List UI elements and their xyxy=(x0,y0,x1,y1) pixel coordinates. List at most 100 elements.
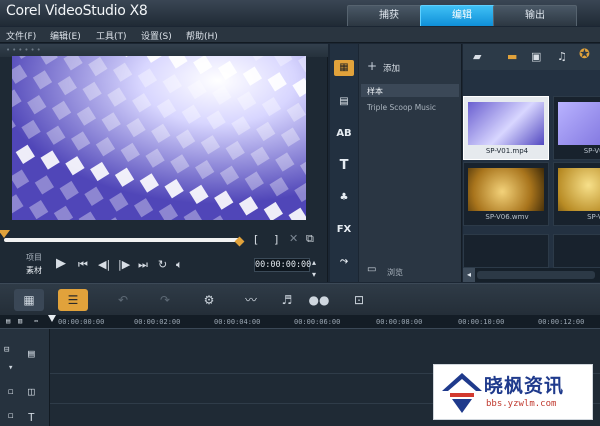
media-thumb-3[interactable]: SP-V06.wmv xyxy=(463,162,549,226)
ruler-label: 00:00:00:00 xyxy=(58,318,105,326)
video-track-icon: ▤ xyxy=(28,347,35,360)
redo-icon[interactable]: ↷ xyxy=(150,289,180,311)
next-icon[interactable]: ⏭ xyxy=(138,259,148,271)
menu-settings[interactable]: 设置(S) xyxy=(141,29,172,42)
subtitle-editor-icon[interactable]: ⊡ xyxy=(344,289,374,311)
watermark-emblem xyxy=(442,373,482,413)
undo-icon[interactable]: ↶ xyxy=(108,289,138,311)
thumb-caption: SP-V0 xyxy=(587,213,600,221)
title-bar: Corel VideoStudio X8 捕获 编辑 输出 xyxy=(0,0,600,26)
chapter-icon[interactable]: ▥ xyxy=(18,317,22,325)
repeat-icon[interactable]: ↻ xyxy=(158,259,167,271)
ruler-label: 00:00:08:00 xyxy=(376,318,423,326)
media-thumb-4[interactable]: SP-V0 xyxy=(553,162,600,226)
previous-icon[interactable]: ⏮ xyxy=(78,259,88,271)
grip-dots: •••••• xyxy=(6,46,43,54)
folder-music[interactable]: Triple Scoop Music xyxy=(367,103,436,112)
transition-icon[interactable]: AB xyxy=(334,126,354,142)
watermark-url: bbs.yzwlm.com xyxy=(486,399,557,409)
timeline-playhead[interactable] xyxy=(48,315,56,322)
split-icon[interactable]: ✕ xyxy=(289,233,298,245)
media-category-icon[interactable]: ▦ xyxy=(334,60,354,76)
fx-icon[interactable]: FX xyxy=(334,222,354,238)
timecode-stepper[interactable]: ▴ ▾ xyxy=(312,257,316,281)
preview-window[interactable] xyxy=(12,56,306,220)
media-thumb-6[interactable] xyxy=(553,234,600,268)
scrubber-handle[interactable] xyxy=(0,230,10,238)
video-filter-icon[interactable]: ▬ xyxy=(507,51,517,63)
step-forward-icon[interactable]: |▶ xyxy=(118,259,130,271)
browse-label[interactable]: 浏览 xyxy=(387,267,403,278)
title-track-toggle-icon[interactable]: ◻ xyxy=(8,411,13,421)
record-capture-icon[interactable]: ⚙ xyxy=(194,289,224,311)
ripple-icon[interactable]: ⇔ xyxy=(34,317,38,325)
tab-edit[interactable]: 编辑 xyxy=(420,5,504,26)
ruler-label: 00:00:02:00 xyxy=(134,318,181,326)
track-manager-icon[interactable]: ▤ xyxy=(6,317,10,325)
library-category-bar: ▦ ▤ AB T ♣ FX ⤳ xyxy=(330,44,358,282)
step-back-icon[interactable]: ◀| xyxy=(98,259,110,271)
scrubber-bar[interactable] xyxy=(4,238,240,242)
tab-share[interactable]: 输出 xyxy=(493,5,577,26)
preview-frame xyxy=(12,56,306,220)
browse-icon[interactable]: ▭ xyxy=(367,264,376,275)
overlay-track-icon: ◫ xyxy=(28,385,35,398)
tab-capture[interactable]: 捕获 xyxy=(347,5,431,26)
storyboard-view-icon[interactable]: ▦ xyxy=(14,289,44,311)
menu-bar: 文件(F) 编辑(E) 工具(T) 设置(S) 帮助(H) xyxy=(0,27,600,43)
auto-music-icon[interactable]: ♬ xyxy=(272,289,302,311)
media-thumb-5[interactable] xyxy=(463,234,549,268)
trim-out-button[interactable]: ] xyxy=(274,234,278,246)
thumb-image xyxy=(558,168,600,211)
mode-clip[interactable]: 素材 xyxy=(26,265,42,276)
trim-end-marker[interactable] xyxy=(234,236,245,247)
scroll-left-icon[interactable]: ◂ xyxy=(463,268,475,282)
sort-icon[interactable]: ✪ xyxy=(579,48,590,61)
path-icon[interactable]: ⤳ xyxy=(334,254,354,270)
timeline-toolbar: ▦ ☰ ↶ ↷ ⚙ 〰 ♬ ●● ⊡ xyxy=(0,283,600,315)
menu-edit[interactable]: 编辑(E) xyxy=(50,29,81,42)
sound-mixer-icon[interactable]: 〰 xyxy=(236,289,266,311)
watermark-text: 晓枫资讯 xyxy=(484,375,565,397)
app-title: Corel VideoStudio X8 xyxy=(6,3,148,19)
media-library: ▰ ▬ ▣ ♫ ✪ SP-V01.mp4 SP-V02. SP-V06.wmv … xyxy=(463,44,600,282)
media-toolbar: ▰ ▬ ▣ ♫ ✪ xyxy=(463,44,600,70)
media-scrollbar[interactable]: ◂ xyxy=(463,268,600,282)
mode-project[interactable]: 项目 xyxy=(26,252,42,263)
instant-project-icon[interactable]: ▤ xyxy=(334,94,354,110)
timeline-ruler[interactable]: ▤ ▥ ⇔ 00:00:00:00 00:00:02:00 00:00:04:0… xyxy=(0,315,600,329)
menu-file[interactable]: 文件(F) xyxy=(6,29,36,42)
ruler-label: 00:00:10:00 xyxy=(458,318,505,326)
folder-sample-label: 样本 xyxy=(367,87,383,96)
thumb-image xyxy=(558,102,600,145)
menu-help[interactable]: 帮助(H) xyxy=(186,29,218,42)
video-track-toggle-icon[interactable]: ⊟ xyxy=(4,345,9,355)
graphic-icon[interactable]: ♣ xyxy=(334,190,354,206)
timecode-display[interactable]: 00:00:00:00 xyxy=(254,258,311,272)
track-expand-icon[interactable]: ▾ xyxy=(8,363,13,373)
media-thumb-2[interactable]: SP-V02. xyxy=(553,96,600,160)
overlay-track-toggle-icon[interactable]: ◻ xyxy=(8,387,13,397)
add-folder-label[interactable]: 添加 xyxy=(383,62,400,74)
ruler-label: 00:00:12:00 xyxy=(538,318,585,326)
music-filter-icon[interactable]: ♫ xyxy=(557,51,567,63)
ruler-label: 00:00:04:00 xyxy=(214,318,261,326)
photo-filter-icon[interactable]: ▣ xyxy=(531,51,541,63)
track-headers: ⊟ ▾ ▤ ◻ ◫ ◻ T xyxy=(0,329,50,426)
timeline-view-icon[interactable]: ☰ xyxy=(58,289,88,311)
motion-tracking-icon[interactable]: ●● xyxy=(304,289,334,311)
thumb-caption: SP-V06.wmv xyxy=(485,213,529,221)
trim-in-button[interactable]: [ xyxy=(254,234,258,246)
enlarge-icon[interactable]: ⧉ xyxy=(306,233,314,245)
volume-icon[interactable]: 🔈︎ xyxy=(176,259,183,271)
thumb-caption: SP-V02. xyxy=(583,147,600,155)
menu-tools[interactable]: 工具(T) xyxy=(96,29,127,42)
add-icon[interactable]: + xyxy=(367,59,377,73)
thumb-image xyxy=(468,168,544,211)
title-icon[interactable]: T xyxy=(334,158,354,174)
folder-sample[interactable]: 样本 xyxy=(361,84,459,97)
folder-icon[interactable]: ▰ xyxy=(473,51,481,63)
scroll-thumb[interactable] xyxy=(477,271,595,279)
play-icon[interactable]: ▶ xyxy=(56,257,66,270)
media-thumb-1[interactable]: SP-V01.mp4 xyxy=(463,96,549,160)
